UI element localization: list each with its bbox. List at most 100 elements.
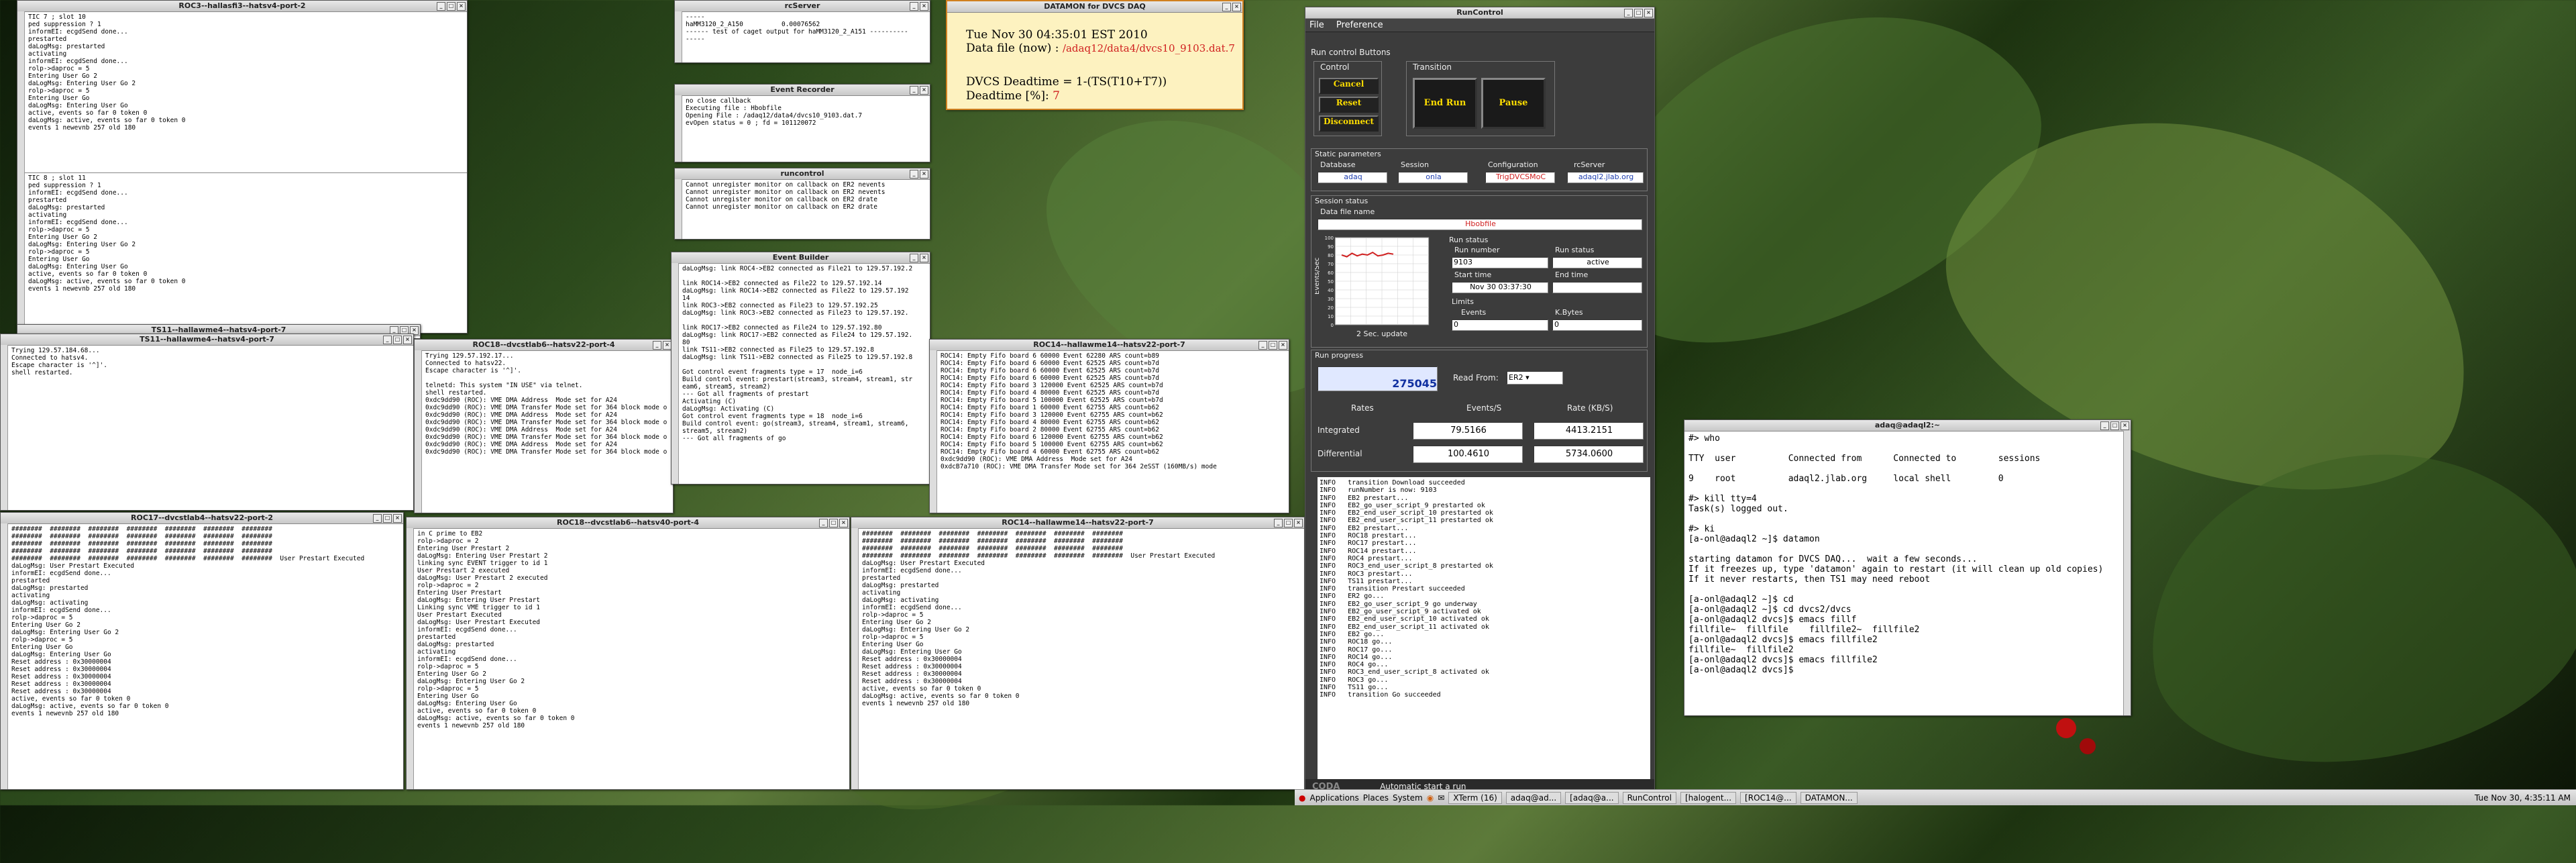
minimize-icon[interactable]: _ — [1274, 519, 1283, 527]
minimize-icon[interactable]: _ — [1258, 341, 1267, 350]
task-halogent[interactable]: [halogent... — [1680, 791, 1737, 804]
close-icon[interactable]: × — [393, 514, 402, 523]
window-title[interactable]: RunControl _ □ × — [1305, 7, 1654, 19]
ts11-window[interactable]: TS11--hallawme4--hatsv4-port-7 _ □ × Tryin… — [0, 334, 414, 511]
terminal-output[interactable]: #> who TTY user Connected from Connected… — [1684, 432, 2131, 677]
scrollbar[interactable] — [1, 345, 8, 510]
roc17-window[interactable]: ROC17--dvcstlab4--hatsv22-port-2 _ □ × ###… — [0, 512, 404, 790]
close-icon[interactable]: × — [920, 254, 928, 262]
close-icon[interactable]: × — [457, 2, 466, 11]
window-title[interactable]: ROC18--dvcstlab6--hatsv22-port-4 _ × — [415, 340, 673, 351]
end-run-button[interactable]: End Run — [1413, 78, 1477, 129]
close-icon[interactable]: × — [920, 86, 928, 95]
window-title[interactable]: ROC3--hallasfi3--hatsv4-port-2 _ □ × — [17, 1, 467, 12]
close-icon[interactable]: × — [920, 2, 928, 11]
roc3-window[interactable]: ROC3--hallasfi3--hatsv4-port-2 _ □ × TIC 7… — [17, 0, 468, 334]
window-title[interactable]: ROC17--dvcstlab4--hatsv22-port-2 _ □ × — [1, 513, 403, 524]
cancel-button[interactable]: Cancel — [1319, 78, 1379, 94]
events-limit-value[interactable]: 0 — [1452, 319, 1548, 331]
mail-icon[interactable]: ✉ — [1438, 793, 1444, 803]
read-from-select[interactable]: ER2 ▾ — [1507, 371, 1563, 385]
close-icon[interactable]: × — [1294, 519, 1303, 527]
maximize-icon[interactable]: □ — [1284, 519, 1293, 527]
maximize-icon[interactable]: □ — [393, 336, 402, 344]
minimize-icon[interactable]: _ — [1624, 9, 1633, 17]
clock[interactable]: Tue Nov 30, 4:35:11 AM — [2475, 793, 2571, 803]
datamon-window[interactable]: DATAMON for DVCS DAQ _ × Tue Nov 30 04:35… — [946, 0, 1244, 110]
scrollbar[interactable] — [415, 350, 422, 513]
reset-button[interactable]: Reset — [1319, 97, 1379, 113]
window-title[interactable]: ROC18--dvcstlab6--hatsv40-port-4 _ □ × — [407, 517, 849, 529]
task-xterm[interactable]: XTerm (16) — [1448, 791, 1502, 804]
minimize-icon[interactable]: _ — [910, 170, 918, 179]
window-title[interactable]: ROC14--hallawme14--hatsv22-port-7 _ □ × — [851, 517, 1304, 529]
scrollbar[interactable] — [407, 528, 414, 789]
scrollbar[interactable] — [1, 523, 8, 789]
maximize-icon[interactable]: □ — [2110, 421, 2119, 430]
browser-icon[interactable]: ◉ — [1427, 793, 1434, 803]
maximize-icon[interactable]: □ — [383, 514, 392, 523]
roc14-window[interactable]: ROC14--hallawme14--hatsv22-port-7 _ □ × RO… — [929, 339, 1289, 513]
close-icon[interactable]: × — [1279, 341, 1287, 350]
runcontrol-terminal-window[interactable]: runcontrol _ × Cannot unregister monitor … — [674, 168, 930, 240]
window-title[interactable]: DATAMON for DVCS DAQ _ × — [947, 1, 1242, 13]
rcserver-window[interactable]: rcServer _ × ----- haMM3120_2_A150 0.0007… — [674, 0, 930, 63]
event-recorder-window[interactable]: Event Recorder _ × no close callback Exec… — [674, 84, 930, 162]
scrollbar[interactable] — [930, 350, 937, 513]
minimize-icon[interactable]: _ — [437, 2, 445, 11]
event-builder-window[interactable]: Event Builder _ × daLogMsg: link ROC4->EB… — [671, 252, 930, 485]
task-adaq[interactable]: adaq@ad... — [1505, 791, 1562, 804]
menu-file[interactable]: File — [1309, 20, 1324, 30]
window-title[interactable]: TS11--hallawme4--hatsv4-port-7 _ □ × — [1, 334, 413, 346]
minimize-icon[interactable]: _ — [910, 86, 918, 95]
minimize-icon[interactable]: _ — [2100, 421, 2109, 430]
task-datamon[interactable]: DATAMON... — [1800, 791, 1858, 804]
scrollbar[interactable] — [851, 528, 859, 789]
places-menu[interactable]: Places — [1363, 793, 1389, 803]
minimize-icon[interactable]: _ — [910, 254, 918, 262]
close-icon[interactable]: × — [403, 336, 412, 344]
pause-button[interactable]: Pause — [1481, 78, 1546, 129]
minimize-icon[interactable]: _ — [819, 519, 828, 527]
scrollbar[interactable] — [675, 179, 682, 239]
roc14-window-2[interactable]: ROC14--hallawme14--hatsv22-port-7 _ □ × ##… — [851, 517, 1305, 790]
system-menu[interactable]: System — [1393, 793, 1423, 803]
close-icon[interactable]: × — [2121, 421, 2129, 430]
window-title[interactable]: rcServer _ × — [675, 1, 930, 12]
scrollbar[interactable] — [2123, 431, 2131, 715]
close-icon[interactable]: × — [1644, 9, 1653, 17]
minimize-icon[interactable]: _ — [910, 2, 918, 11]
menu-preference[interactable]: Preference — [1336, 20, 1383, 30]
roc18-window[interactable]: ROC18--dvcstlab6--hatsv22-port-4 _ × Tryi… — [414, 339, 674, 513]
close-icon[interactable]: × — [839, 519, 848, 527]
window-title[interactable]: ROC14--hallawme14--hatsv22-port-7 _ □ × — [930, 340, 1289, 351]
window-title[interactable]: Event Builder _ × — [672, 252, 930, 264]
roc18-window-2[interactable]: ROC18--dvcstlab6--hatsv40-port-4 _ □ × in … — [406, 517, 850, 790]
task-adaq-2[interactable]: [adaq@a... — [1565, 791, 1619, 804]
applications-menu[interactable]: Applications — [1309, 793, 1358, 803]
kbytes-limit-value[interactable]: 0 — [1552, 319, 1642, 331]
maximize-icon[interactable]: □ — [1269, 341, 1277, 350]
window-title[interactable]: adaq@adaql2:~ _ □ × — [1684, 420, 2131, 432]
runcontrol-window[interactable]: RunControl _ □ × File Preference Run contr… — [1305, 7, 1655, 790]
close-icon[interactable]: × — [1232, 3, 1241, 11]
minimize-icon[interactable]: _ — [653, 341, 661, 350]
adaq-terminal-window[interactable]: adaq@adaql2:~ _ □ × #> who TTY user Connec… — [1684, 419, 2131, 716]
maximize-icon[interactable]: □ — [1634, 9, 1643, 17]
scrollbar[interactable] — [675, 95, 682, 162]
scrollbar[interactable] — [672, 263, 679, 484]
maximize-icon[interactable]: □ — [447, 2, 455, 11]
minimize-icon[interactable]: _ — [373, 514, 382, 523]
close-icon[interactable]: × — [920, 170, 928, 179]
task-roc14[interactable]: [ROC14@... — [1740, 791, 1796, 804]
disconnect-button[interactable]: Disconnect — [1319, 115, 1379, 132]
minimize-icon[interactable]: _ — [1222, 3, 1231, 11]
chart-y-tick: 20 — [1328, 305, 1334, 311]
window-title[interactable]: runcontrol _ × — [675, 168, 930, 180]
scrollbar[interactable] — [17, 11, 25, 333]
maximize-icon[interactable]: □ — [829, 519, 838, 527]
scrollbar[interactable] — [675, 11, 682, 62]
minimize-icon[interactable]: _ — [383, 336, 392, 344]
task-runcontrol[interactable]: RunControl — [1622, 791, 1676, 804]
window-title[interactable]: Event Recorder _ × — [675, 85, 930, 96]
